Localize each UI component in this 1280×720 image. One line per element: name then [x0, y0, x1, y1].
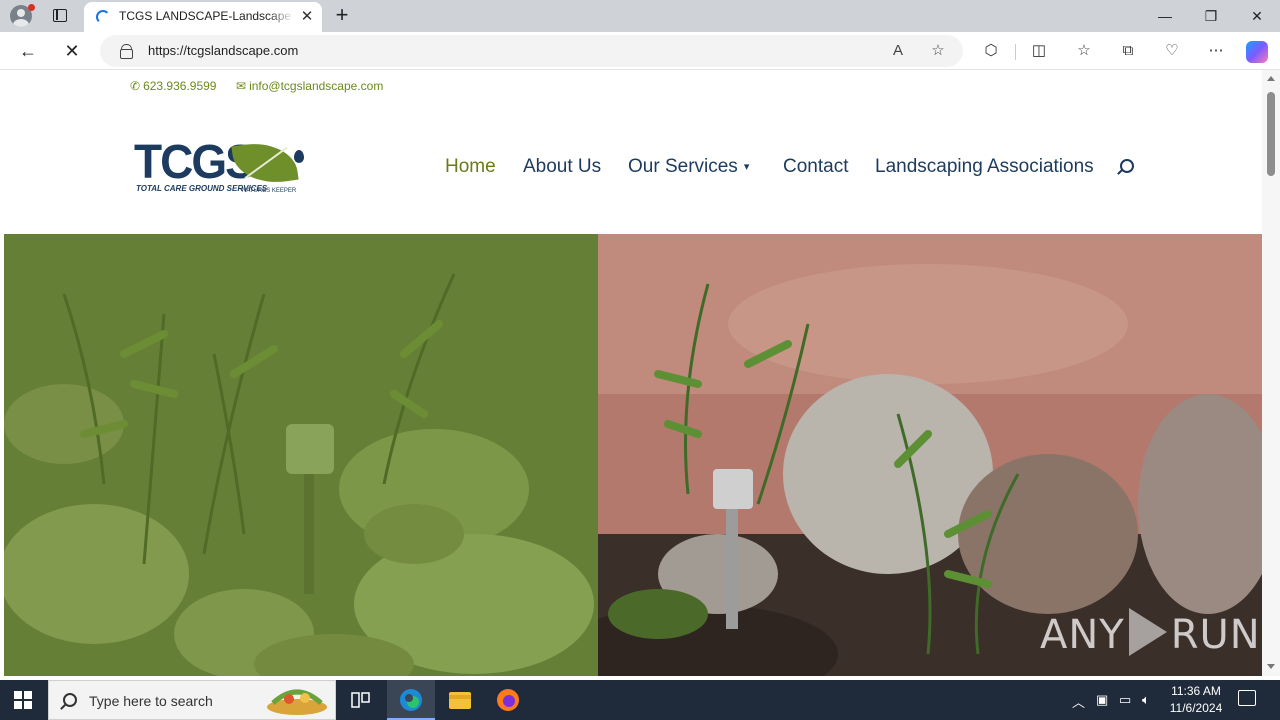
collections-icon[interactable]: ⧉: [1116, 40, 1140, 62]
active-tab[interactable]: TCGS LANDSCAPE-Landscape Maintenance ✕: [84, 2, 322, 32]
split-screen-icon[interactable]: ◫: [1027, 40, 1051, 62]
search-icon[interactable]: [1116, 159, 1134, 177]
tray-device-icon[interactable]: ▣: [1096, 692, 1108, 708]
favorite-star-icon[interactable]: ☆: [928, 41, 948, 61]
watermark-left: ANY: [1040, 612, 1125, 658]
minimize-button[interactable]: —: [1142, 0, 1188, 32]
nav-home[interactable]: Home: [445, 156, 496, 178]
clock-time: 11:36 AM: [1171, 684, 1221, 698]
nav-our-services[interactable]: Our Services ▾: [628, 156, 749, 178]
network-icon[interactable]: ▭: [1119, 692, 1131, 708]
nav-landscaping-associations[interactable]: Landscaping Associations: [875, 156, 1094, 178]
back-icon[interactable]: ←: [14, 38, 42, 64]
scroll-down-arrow-icon[interactable]: [1267, 664, 1275, 669]
notification-center-icon[interactable]: [1238, 690, 1256, 706]
anyrun-watermark: ANY RUN: [1040, 608, 1261, 658]
lock-icon[interactable]: [120, 44, 133, 59]
email-link[interactable]: ✉ info@tcgslandscape.com: [236, 79, 383, 93]
garden-photo-overlay: [4, 234, 598, 676]
read-aloud-icon[interactable]: A: [888, 41, 908, 61]
phone-number[interactable]: 623.936.9599: [143, 79, 216, 93]
volume-icon[interactable]: 🔈︎: [1142, 692, 1150, 708]
water-drop-icon: [294, 150, 304, 163]
loading-spinner-icon: [96, 10, 110, 24]
page-scrollbar[interactable]: [1262, 70, 1280, 676]
scroll-up-arrow-icon[interactable]: [1267, 76, 1275, 81]
phone-icon: ✆: [130, 79, 141, 93]
nav-about-us[interactable]: About Us: [523, 156, 601, 178]
nav-our-services-label: Our Services: [628, 156, 738, 177]
new-tab-button[interactable]: +: [330, 4, 354, 28]
browser-toolbar: ← ✕ https://tcgslandscape.com A ☆ ⬡ ◫ ☆ …: [0, 32, 1280, 70]
tab-title: TCGS LANDSCAPE-Landscape Maintenance: [119, 9, 294, 23]
logo-subtag: NATURES KEEPER: [242, 188, 297, 194]
search-glass-icon: [63, 693, 77, 707]
firefox-icon[interactable]: [484, 680, 532, 720]
clock-date: 11/6/2024: [1169, 701, 1223, 715]
extensions-icon[interactable]: ⬡: [979, 40, 1003, 62]
scrollbar-thumb[interactable]: [1267, 92, 1275, 176]
address-bar[interactable]: https://tcgslandscape.com A ☆: [100, 35, 963, 67]
envelope-icon: ✉: [236, 79, 247, 93]
browser-essentials-icon[interactable]: ♡: [1160, 40, 1184, 62]
taskbar-search-box[interactable]: Type here to search: [48, 680, 336, 720]
stop-loading-icon[interactable]: ✕: [58, 38, 86, 64]
close-icon[interactable]: ✕: [299, 9, 315, 25]
url-text[interactable]: https://tcgslandscape.com: [148, 43, 298, 58]
play-icon: [1128, 608, 1167, 656]
search-highlight-icon: [267, 689, 327, 715]
site-logo[interactable]: TCGS TOTAL CARE GROUND SERVICES NATURES …: [134, 135, 304, 200]
tab-actions-icon[interactable]: [50, 7, 70, 25]
browser-tabstrip: TCGS LANDSCAPE-Landscape Maintenance ✕ +…: [0, 0, 1280, 32]
toolbar-divider: [1015, 44, 1016, 60]
watermark-right: RUN: [1170, 612, 1261, 658]
taskbar-search-placeholder[interactable]: Type here to search: [89, 693, 213, 709]
nav-contact[interactable]: Contact: [783, 156, 848, 178]
hero-image-left: [4, 234, 598, 676]
tray-chevron-up-icon[interactable]: ︿: [1072, 692, 1085, 711]
taskbar-clock[interactable]: 11:36 AM 11/6/2024: [1164, 683, 1228, 717]
file-explorer-icon[interactable]: [436, 680, 484, 720]
notification-dot: [28, 4, 35, 11]
task-view-icon[interactable]: [336, 680, 384, 720]
windows-taskbar: Type here to search ︿ ▣ ▭ 🔈︎ 11:36 AM 11…: [0, 680, 1280, 720]
edge-icon[interactable]: [387, 680, 435, 720]
page-viewport: ✆ 623.936.9599 ✉ info@tcgslandscape.com TC…: [4, 70, 1262, 676]
more-icon[interactable]: ⋯: [1204, 40, 1228, 62]
phone-link[interactable]: ✆ 623.936.9599: [130, 79, 216, 93]
copilot-icon[interactable]: [1246, 41, 1268, 63]
email-address[interactable]: info@tcgslandscape.com: [249, 79, 383, 93]
favorites-icon[interactable]: ☆: [1072, 40, 1096, 62]
chevron-down-icon: ▾: [743, 161, 750, 173]
restore-button[interactable]: ❐: [1188, 0, 1234, 32]
windows-start-icon[interactable]: [14, 691, 32, 709]
close-window-button[interactable]: ✕: [1234, 0, 1280, 32]
